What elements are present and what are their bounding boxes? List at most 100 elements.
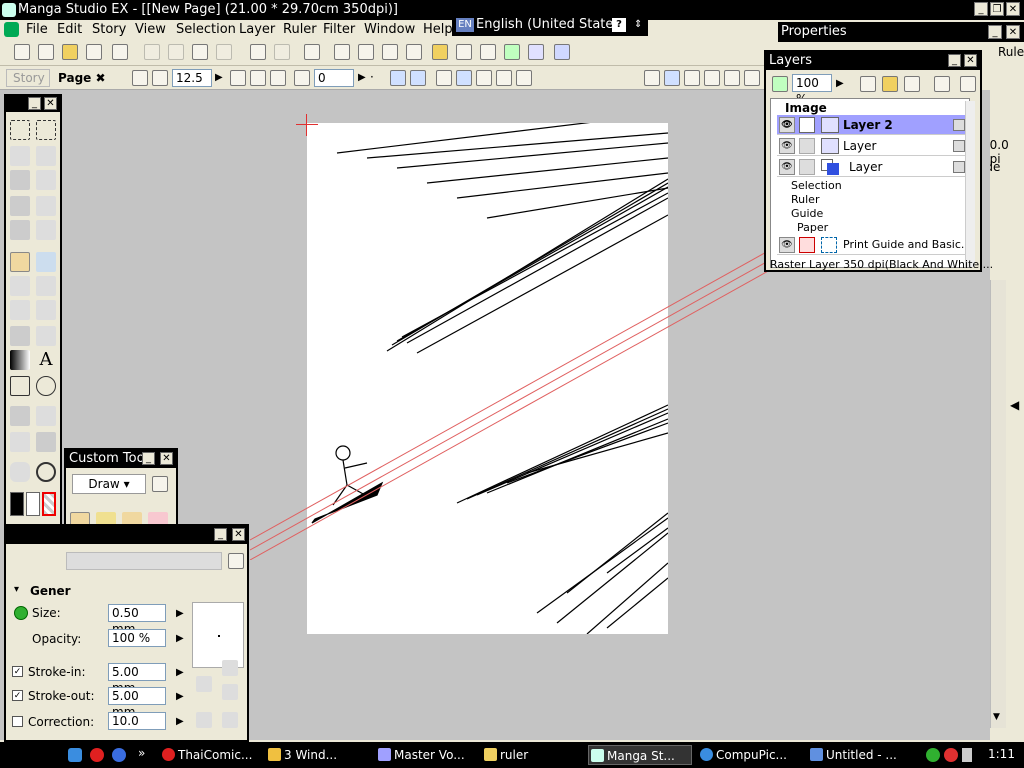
- layer-select-tool-icon[interactable]: [10, 170, 30, 190]
- tone-icon[interactable]: [432, 44, 448, 60]
- airbrush-tool-icon[interactable]: [36, 300, 56, 320]
- guide-icon[interactable]: [684, 70, 700, 86]
- special-layer-ruler[interactable]: Ruler: [791, 193, 819, 206]
- restore-icon[interactable]: ❐: [990, 2, 1004, 16]
- tool-options-menu-icon[interactable]: [228, 553, 244, 569]
- close-page-icon[interactable]: ✖: [96, 71, 106, 85]
- menu-story[interactable]: Story: [92, 22, 126, 37]
- menu-edit[interactable]: Edit: [57, 22, 82, 37]
- eyedropper-tool-icon[interactable]: [36, 170, 56, 190]
- stroke-in-checkbox[interactable]: ✓: [12, 666, 23, 677]
- layer-property-icon[interactable]: [953, 161, 965, 173]
- properties-close-icon[interactable]: ✕: [1006, 25, 1020, 39]
- section-collapse-icon[interactable]: ▾: [14, 584, 19, 595]
- visibility-icon[interactable]: 👁: [779, 117, 795, 133]
- correction-preset-icon[interactable]: [196, 712, 212, 728]
- story-tab[interactable]: Story: [6, 69, 50, 87]
- print-size-icon[interactable]: [496, 70, 512, 86]
- marker-tool-icon[interactable]: [10, 276, 30, 296]
- flip-vertical-icon[interactable]: [410, 70, 426, 86]
- layer-row-3[interactable]: 👁 Layer: [777, 157, 967, 177]
- opacity-arrow-icon[interactable]: ▶: [176, 633, 184, 644]
- tool-options-preset-input[interactable]: [66, 552, 222, 570]
- layers-scrollbar[interactable]: [965, 101, 975, 267]
- symmetry-icon[interactable]: [744, 70, 760, 86]
- view-4-icon[interactable]: [406, 44, 422, 60]
- layers-zoom-input[interactable]: 100 %: [792, 74, 832, 106]
- fill-tool-icon[interactable]: [10, 326, 30, 346]
- move-tool-icon[interactable]: [36, 196, 56, 216]
- special-layer-paper[interactable]: Paper: [797, 221, 828, 234]
- view-2-icon[interactable]: [358, 44, 374, 60]
- special-layer-selection[interactable]: Selection: [791, 179, 842, 192]
- open-icon[interactable]: [62, 44, 78, 60]
- properties-minimize-icon[interactable]: _: [988, 25, 1002, 39]
- tray-icon-1[interactable]: [926, 748, 940, 762]
- frame-tool-icon[interactable]: [10, 220, 30, 240]
- minimize-icon[interactable]: _: [974, 2, 988, 16]
- layer-lock-slot[interactable]: [799, 159, 815, 175]
- menu-file[interactable]: File: [26, 22, 48, 37]
- size-arrow-icon[interactable]: ▶: [176, 608, 184, 619]
- task-untitled[interactable]: Untitled - ...: [808, 745, 912, 765]
- object-select-tool-icon[interactable]: [36, 146, 56, 166]
- layers-icon[interactable]: [504, 44, 520, 60]
- cut-icon[interactable]: [144, 44, 160, 60]
- polyline-tool-icon[interactable]: [10, 376, 30, 396]
- new-folder-icon[interactable]: [882, 76, 898, 92]
- pen-icon[interactable]: [644, 70, 660, 86]
- eraser-tool-icon[interactable]: [36, 276, 56, 296]
- correction-preset-2-icon[interactable]: [222, 712, 238, 728]
- quicklaunch-more-icon[interactable]: »: [138, 746, 145, 760]
- navigator-icon[interactable]: [456, 44, 472, 60]
- language-bar[interactable]: EN English (United States) ? ⇕: [452, 14, 648, 36]
- layers-close-icon[interactable]: ✕: [964, 54, 977, 67]
- layer-group-image[interactable]: Image: [785, 101, 827, 115]
- quicklaunch-ie-icon[interactable]: [68, 748, 82, 762]
- fit-page-icon[interactable]: [456, 70, 472, 86]
- view-3-icon[interactable]: [382, 44, 398, 60]
- correction-checkbox[interactable]: [12, 716, 23, 727]
- delete-layer-icon[interactable]: [904, 76, 920, 92]
- speed-line-tool-icon[interactable]: [36, 406, 56, 426]
- task-thaicomic[interactable]: ThaiComic...: [160, 745, 260, 765]
- layer-color-icon[interactable]: [772, 76, 788, 92]
- brush-tip-icon[interactable]: [132, 70, 148, 86]
- document-icon[interactable]: [4, 22, 19, 37]
- lock-layer-icon[interactable]: [934, 76, 950, 92]
- save-icon[interactable]: [86, 44, 102, 60]
- correction-tool-icon[interactable]: [10, 432, 30, 452]
- menu-selection[interactable]: Selection: [176, 22, 236, 37]
- language-menu-icon[interactable]: ⇕: [634, 14, 642, 36]
- ruler-icon[interactable]: [664, 70, 680, 86]
- marquee-tool-icon[interactable]: [10, 120, 30, 140]
- menu-ruler[interactable]: Ruler: [283, 22, 317, 37]
- ellipse-tool-icon[interactable]: [36, 376, 56, 396]
- menu-window[interactable]: Window: [364, 22, 415, 37]
- foreground-color-swatch[interactable]: [10, 492, 24, 516]
- special-layer-guide[interactable]: Guide: [791, 207, 823, 220]
- zoom-tool-icon[interactable]: [36, 462, 56, 482]
- custom-tool-menu-icon[interactable]: [152, 476, 168, 492]
- pattern-fill-tool-icon[interactable]: [36, 326, 56, 346]
- perspective-icon[interactable]: [724, 70, 740, 86]
- scroll-down-icon[interactable]: ▼: [993, 712, 1000, 722]
- task-ruler[interactable]: ruler: [482, 745, 582, 765]
- text-tool-icon[interactable]: A: [36, 350, 56, 370]
- quicklaunch-browser-icon[interactable]: [112, 748, 126, 762]
- menu-layer[interactable]: Layer: [239, 22, 275, 37]
- brush-shape-icon[interactable]: [152, 70, 168, 86]
- layer-property-icon[interactable]: [953, 140, 965, 152]
- tray-icon-2[interactable]: [944, 748, 958, 762]
- layer-row-1[interactable]: 👁 Layer 2: [777, 115, 967, 135]
- tools-minimize-icon[interactable]: _: [28, 97, 41, 110]
- transparent-color-swatch[interactable]: [42, 492, 56, 516]
- pencil-tool-icon[interactable]: [36, 252, 56, 272]
- size-input[interactable]: 0.50 mm: [108, 604, 166, 636]
- menu-view[interactable]: View: [135, 22, 166, 37]
- quicklaunch-opera-icon[interactable]: [90, 748, 104, 762]
- dot-icon[interactable]: ·: [370, 70, 386, 86]
- properties-icon[interactable]: [480, 44, 496, 60]
- brush-size-arrow-icon[interactable]: ▶: [215, 72, 223, 83]
- actual-size-icon[interactable]: [476, 70, 492, 86]
